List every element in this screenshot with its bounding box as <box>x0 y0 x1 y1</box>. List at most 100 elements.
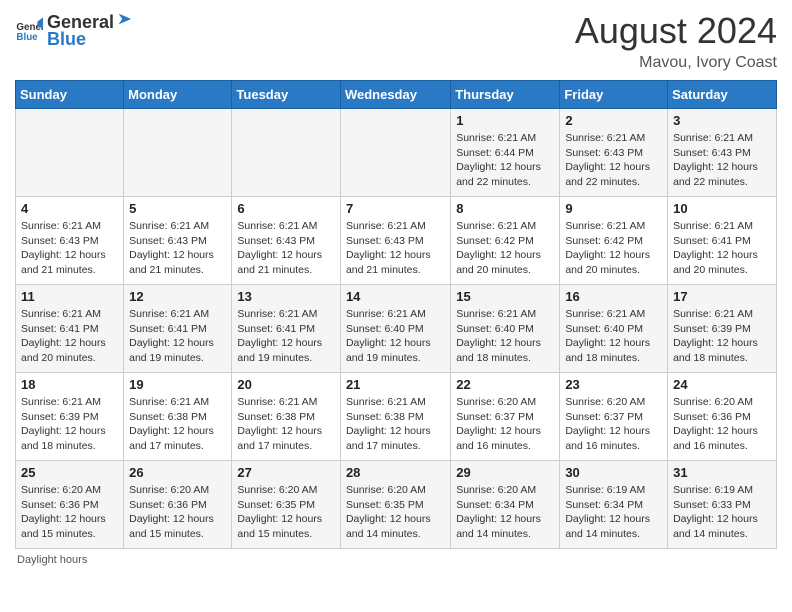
day-cell-0-0 <box>16 109 124 197</box>
day-cell-3-1: 19Sunrise: 6:21 AM Sunset: 6:38 PM Dayli… <box>124 373 232 461</box>
days-header-row: Sunday Monday Tuesday Wednesday Thursday… <box>16 81 777 109</box>
day-number: 29 <box>456 465 554 480</box>
day-number: 10 <box>673 201 771 216</box>
day-info: Sunrise: 6:20 AM Sunset: 6:36 PM Dayligh… <box>673 395 771 454</box>
day-cell-1-3: 7 Sunrise: 6:21 AM Sunset: 6:43 PM Daylig… <box>340 197 450 285</box>
day-cell-1-1: 5Sunrise: 6:21 AM Sunset: 6:43 PM Daylig… <box>124 197 232 285</box>
day-info: Sunrise: 6:20 AM Sunset: 6:35 PM Dayligh… <box>237 483 335 542</box>
day-cell-3-5: 23 Sunrise: 6:20 AM Sunset: 6:37 PM Dayli… <box>560 373 668 461</box>
day-number: 22 <box>456 377 554 392</box>
day-info: Sunrise: 6:21 AM Sunset: 6:44 PM Dayligh… <box>456 131 554 190</box>
day-number: 20 <box>237 377 335 392</box>
day-info: Sunrise: 6:19 AM Sunset: 6:34 PM Dayligh… <box>565 483 662 542</box>
day-info: Sunrise: 6:20 AM Sunset: 6:36 PM Dayligh… <box>129 483 226 542</box>
header-friday: Friday <box>560 81 668 109</box>
day-info: Sunrise: 6:20 AM Sunset: 6:37 PM Dayligh… <box>565 395 662 454</box>
footer-note: Daylight hours <box>15 554 777 566</box>
day-info: Sunrise: 6:21 AM Sunset: 6:38 PM Dayligh… <box>129 395 226 454</box>
header: General Blue General Blue August 2024 Ma… <box>15 10 777 72</box>
day-number: 5 <box>129 201 226 216</box>
day-cell-3-0: 18Sunrise: 6:21 AM Sunset: 6:39 PM Dayli… <box>16 373 124 461</box>
day-info: Sunrise: 6:19 AM Sunset: 6:33 PM Dayligh… <box>673 483 771 542</box>
day-cell-0-1 <box>124 109 232 197</box>
header-saturday: Saturday <box>668 81 777 109</box>
day-number: 31 <box>673 465 771 480</box>
day-info: Sunrise: 6:20 AM Sunset: 6:35 PM Dayligh… <box>346 483 445 542</box>
day-info: Sunrise: 6:21 AM Sunset: 6:40 PM Dayligh… <box>456 307 554 366</box>
day-info: Sunrise: 6:21 AM Sunset: 6:41 PM Dayligh… <box>129 307 226 366</box>
day-cell-1-6: 10 Sunrise: 6:21 AM Sunset: 6:41 PM Dayli… <box>668 197 777 285</box>
day-info: Sunrise: 6:21 AM Sunset: 6:39 PM Dayligh… <box>673 307 771 366</box>
svg-text:Blue: Blue <box>16 32 38 43</box>
day-number: 13 <box>237 289 335 304</box>
day-cell-4-3: 28 Sunrise: 6:20 AM Sunset: 6:35 PM Dayli… <box>340 461 450 549</box>
day-number: 12 <box>129 289 226 304</box>
header-sunday: Sunday <box>16 81 124 109</box>
day-number: 16 <box>565 289 662 304</box>
day-info: Sunrise: 6:20 AM Sunset: 6:34 PM Dayligh… <box>456 483 554 542</box>
day-number: 6 <box>237 201 335 216</box>
day-number: 24 <box>673 377 771 392</box>
day-cell-4-4: 29 Sunrise: 6:20 AM Sunset: 6:34 PM Dayli… <box>451 461 560 549</box>
day-number: 23 <box>565 377 662 392</box>
header-tuesday: Tuesday <box>232 81 341 109</box>
week-row-3: 11 Sunrise: 6:21 AM Sunset: 6:41 PM Dayli… <box>16 285 777 373</box>
day-cell-2-6: 17Sunrise: 6:21 AM Sunset: 6:39 PM Dayli… <box>668 285 777 373</box>
day-number: 11 <box>21 289 118 304</box>
logo-arrow-icon <box>115 10 133 28</box>
day-cell-0-3 <box>340 109 450 197</box>
day-cell-0-5: 2Sunrise: 6:21 AM Sunset: 6:43 PM Daylig… <box>560 109 668 197</box>
day-info: Sunrise: 6:21 AM Sunset: 6:40 PM Dayligh… <box>565 307 662 366</box>
day-number: 1 <box>456 113 554 128</box>
day-info: Sunrise: 6:21 AM Sunset: 6:41 PM Dayligh… <box>237 307 335 366</box>
title-area: August 2024 Mavou, Ivory Coast <box>575 10 777 72</box>
day-cell-4-5: 30 Sunrise: 6:19 AM Sunset: 6:34 PM Dayli… <box>560 461 668 549</box>
day-cell-2-4: 15 Sunrise: 6:21 AM Sunset: 6:40 PM Dayli… <box>451 285 560 373</box>
day-cell-2-5: 16 Sunrise: 6:21 AM Sunset: 6:40 PM Dayli… <box>560 285 668 373</box>
week-row-1: 1 Sunrise: 6:21 AM Sunset: 6:44 PM Daylig… <box>16 109 777 197</box>
day-cell-2-0: 11 Sunrise: 6:21 AM Sunset: 6:41 PM Dayli… <box>16 285 124 373</box>
day-cell-0-6: 3 Sunrise: 6:21 AM Sunset: 6:43 PM Daylig… <box>668 109 777 197</box>
day-info: Sunrise: 6:21 AM Sunset: 6:38 PM Dayligh… <box>346 395 445 454</box>
day-cell-3-4: 22Sunrise: 6:20 AM Sunset: 6:37 PM Dayli… <box>451 373 560 461</box>
day-cell-4-2: 27 Sunrise: 6:20 AM Sunset: 6:35 PM Dayli… <box>232 461 341 549</box>
day-cell-2-2: 13 Sunrise: 6:21 AM Sunset: 6:41 PM Dayli… <box>232 285 341 373</box>
day-number: 15 <box>456 289 554 304</box>
day-number: 7 <box>346 201 445 216</box>
day-cell-1-5: 9 Sunrise: 6:21 AM Sunset: 6:42 PM Daylig… <box>560 197 668 285</box>
logo-icon: General Blue <box>15 16 43 44</box>
logo: General Blue General Blue <box>15 10 134 50</box>
header-monday: Monday <box>124 81 232 109</box>
day-info: Sunrise: 6:21 AM Sunset: 6:43 PM Dayligh… <box>346 219 445 278</box>
day-cell-1-2: 6 Sunrise: 6:21 AM Sunset: 6:43 PM Daylig… <box>232 197 341 285</box>
day-cell-3-3: 21Sunrise: 6:21 AM Sunset: 6:38 PM Dayli… <box>340 373 450 461</box>
day-info: Sunrise: 6:21 AM Sunset: 6:43 PM Dayligh… <box>673 131 771 190</box>
day-number: 14 <box>346 289 445 304</box>
week-row-4: 18Sunrise: 6:21 AM Sunset: 6:39 PM Dayli… <box>16 373 777 461</box>
day-cell-4-0: 25Sunrise: 6:20 AM Sunset: 6:36 PM Dayli… <box>16 461 124 549</box>
day-info: Sunrise: 6:20 AM Sunset: 6:36 PM Dayligh… <box>21 483 118 542</box>
day-number: 30 <box>565 465 662 480</box>
day-info: Sunrise: 6:21 AM Sunset: 6:43 PM Dayligh… <box>565 131 662 190</box>
day-cell-4-6: 31 Sunrise: 6:19 AM Sunset: 6:33 PM Dayli… <box>668 461 777 549</box>
day-number: 27 <box>237 465 335 480</box>
day-number: 3 <box>673 113 771 128</box>
day-number: 28 <box>346 465 445 480</box>
day-info: Sunrise: 6:21 AM Sunset: 6:42 PM Dayligh… <box>565 219 662 278</box>
day-info: Sunrise: 6:21 AM Sunset: 6:41 PM Dayligh… <box>21 307 118 366</box>
calendar-location: Mavou, Ivory Coast <box>575 54 777 72</box>
day-number: 9 <box>565 201 662 216</box>
calendar-title: August 2024 <box>575 10 777 52</box>
day-number: 26 <box>129 465 226 480</box>
day-cell-3-6: 24 Sunrise: 6:20 AM Sunset: 6:36 PM Dayli… <box>668 373 777 461</box>
week-row-2: 4 Sunrise: 6:21 AM Sunset: 6:43 PM Daylig… <box>16 197 777 285</box>
day-number: 18 <box>21 377 118 392</box>
day-info: Sunrise: 6:21 AM Sunset: 6:41 PM Dayligh… <box>673 219 771 278</box>
day-number: 4 <box>21 201 118 216</box>
day-info: Sunrise: 6:21 AM Sunset: 6:43 PM Dayligh… <box>237 219 335 278</box>
day-cell-3-2: 20Sunrise: 6:21 AM Sunset: 6:38 PM Dayli… <box>232 373 341 461</box>
day-info: Sunrise: 6:21 AM Sunset: 6:40 PM Dayligh… <box>346 307 445 366</box>
day-cell-1-0: 4Sunrise: 6:21 AM Sunset: 6:43 PM Daylig… <box>16 197 124 285</box>
day-cell-0-4: 1 Sunrise: 6:21 AM Sunset: 6:44 PM Daylig… <box>451 109 560 197</box>
calendar-table: Sunday Monday Tuesday Wednesday Thursday… <box>15 80 777 549</box>
